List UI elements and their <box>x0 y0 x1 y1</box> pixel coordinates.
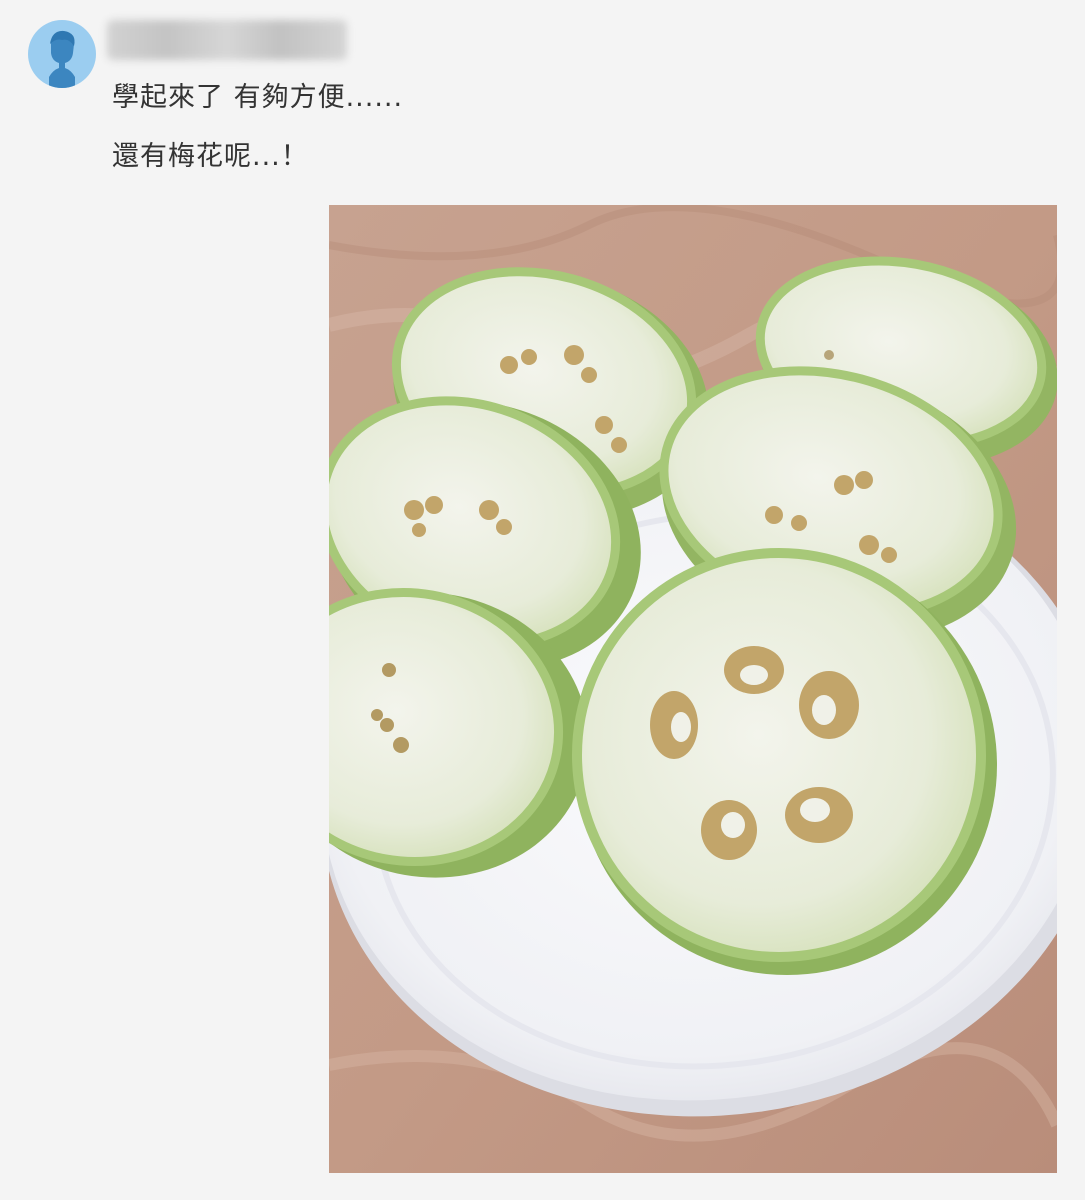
guava-slice <box>572 548 997 975</box>
user-silhouette-icon <box>49 30 75 88</box>
comment-text-line: 還有梅花呢...！ <box>112 141 309 172</box>
comment-text-line: 學起來了 有夠方便...... <box>112 82 404 113</box>
guava-slices-photo[interactable] <box>329 205 1057 1173</box>
username-redacted[interactable] <box>107 20 347 60</box>
avatar[interactable] <box>28 20 96 88</box>
